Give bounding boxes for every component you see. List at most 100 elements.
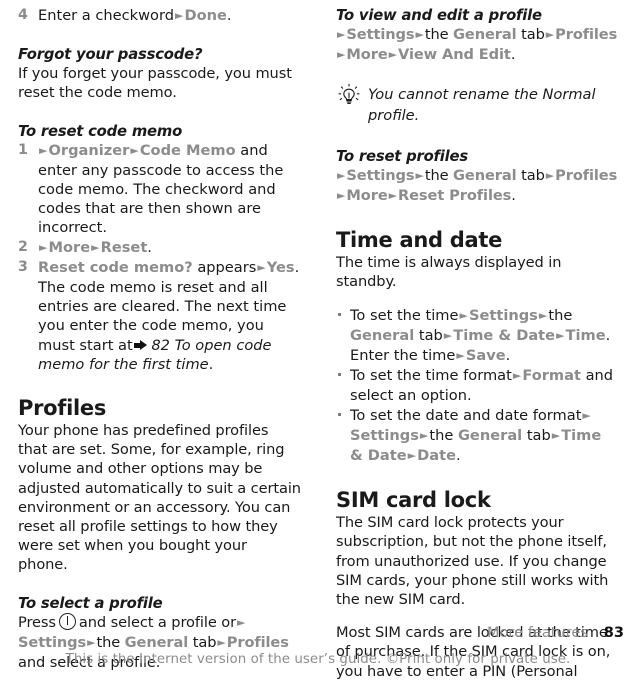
list-item: 3 Reset code memo? appears►Yes. The code … <box>18 258 300 373</box>
path-reset-profiles: ►Settings►the General tab►Profiles►More►… <box>336 166 619 206</box>
menu-item-profiles: Profiles <box>555 26 618 43</box>
step-number: 4 <box>18 7 28 23</box>
menu-arrow-icon: ► <box>538 308 548 322</box>
bullet-text: To set the time <box>350 306 459 324</box>
reset-code-memo-steps: 1 ►Organizer►Code Memo and enter any pass… <box>18 141 301 374</box>
step-text-tail: . <box>147 238 152 256</box>
menu-item-view-and-edit: View And Edit <box>398 46 511 64</box>
menu-arrow-icon: ► <box>388 189 397 203</box>
menu-arrow-icon: ► <box>545 28 555 41</box>
menu-item-date: Date <box>417 447 456 465</box>
list-item: 1 ►Organizer►Code Memo and enter any pass… <box>18 141 301 238</box>
bullet-icon <box>338 412 341 416</box>
paragraph-forgot-passcode: If you forget your passcode, you must re… <box>18 65 292 102</box>
menu-item-settings: Settings <box>468 306 538 324</box>
list-item: 4 Enter a checkword►Done. <box>18 6 301 26</box>
heading-profiles: Profiles <box>18 396 107 421</box>
menu-item-format: Format <box>522 367 581 385</box>
list-item: To set the date and date format►Settings… <box>336 406 619 467</box>
menu-item-settings: Settings <box>350 426 419 444</box>
tab-word: tab <box>521 166 545 184</box>
menu-arrow-icon: ► <box>512 369 522 383</box>
menu-arrow-icon: ► <box>257 260 266 274</box>
menu-item-settings: Settings <box>346 26 415 43</box>
lightbulb-icon <box>336 84 362 108</box>
step-number: 1 <box>18 141 28 158</box>
step-text: appears <box>197 258 257 276</box>
manual-page: 4 Enter a checkword ► Done. Forgot your pas… <box>0 0 636 680</box>
menu-item-save: Save <box>465 347 506 365</box>
menu-item-settings: Settings <box>346 166 415 184</box>
bullet-text: To set the time format <box>350 367 512 385</box>
menu-arrow-icon: ► <box>582 408 591 422</box>
menu-item-time-and-date: Time & Date <box>453 326 556 344</box>
footer-section-name: More features <box>486 625 588 641</box>
menu-arrow-icon: ► <box>388 48 397 62</box>
step-text-tail: . <box>226 7 232 24</box>
menu-item-general: General <box>457 426 523 444</box>
prompt-reset-code-memo: Reset code memo? <box>38 258 193 276</box>
left-column: 4 Enter a checkword ► Done. Forgot your pas… <box>18 6 301 672</box>
menu-item-yes: Yes <box>266 258 295 276</box>
menu-item-organizer: Organizer <box>48 141 130 159</box>
menu-arrow-icon: ► <box>415 168 424 182</box>
the-word: the <box>424 166 449 184</box>
heading-view-and-edit-a-profile: To view and edit a profile <box>336 7 542 24</box>
list-item: 2 ►More►Reset. <box>18 238 301 258</box>
the-word: the <box>424 26 449 43</box>
path-period: . <box>511 187 516 205</box>
paragraph-time-and-date: The time is always displayed in standby. <box>336 254 562 291</box>
heading-to-reset-profiles: To reset profiles <box>336 147 468 165</box>
menu-arrow-icon: ► <box>39 143 48 157</box>
step-text: Enter a checkword <box>38 7 174 24</box>
heading-to-select-a-profile: To select a profile <box>18 594 163 612</box>
menu-arrow-icon: ► <box>39 240 48 254</box>
bullet-text-end: . <box>455 447 461 465</box>
paragraph-profiles: Your phone has predefined profiles that … <box>18 422 301 574</box>
menu-arrow-icon: ► <box>456 349 465 363</box>
tip-text: You cannot rename the Normal profile. <box>368 86 596 124</box>
menu-item-more: More <box>48 238 91 256</box>
time-date-bullets: To set the time►Settings►the General tab… <box>336 306 619 467</box>
menu-arrow-icon: ► <box>337 168 346 182</box>
menu-arrow-icon: ► <box>545 168 555 182</box>
menu-arrow-icon: ► <box>407 449 417 463</box>
page-footer: More features 83 <box>0 621 636 641</box>
path-view-and-edit: ►Settings►the General tab►Profiles►More►… <box>336 25 619 65</box>
bullet-text: To set the date and date format <box>350 406 582 424</box>
heading-to-reset-code-memo: To reset code memo <box>18 122 183 140</box>
menu-arrow-icon: ► <box>556 328 565 342</box>
menu-item-general: General <box>453 26 517 43</box>
menu-item-more: More <box>346 46 388 64</box>
path-period: . <box>510 46 516 64</box>
menu-arrow-icon: ► <box>91 240 100 254</box>
menu-item-reset-profiles: Reset Profiles <box>398 187 512 205</box>
menu-arrow-icon: ► <box>337 28 346 41</box>
list-item: To set the time format►Format and select… <box>336 366 619 405</box>
tip-note: You cannot rename the Normal profile. <box>336 84 619 124</box>
bullet-icon <box>338 312 341 316</box>
step-list-continued: 4 Enter a checkword►Done. <box>18 6 301 26</box>
menu-item-more: More <box>346 187 388 205</box>
page-number: 83 <box>603 624 624 641</box>
menu-arrow-icon: ► <box>130 143 139 157</box>
menu-item-general: General <box>453 166 517 184</box>
menu-item-code-memo: Code Memo <box>139 141 236 159</box>
step-number: 2 <box>18 238 28 255</box>
list-item: To set the time►Settings►the General tab… <box>336 306 619 367</box>
menu-item-general: General <box>350 326 415 344</box>
heading-time-and-date: Time and date <box>336 228 503 253</box>
menu-arrow-icon: ► <box>551 428 561 442</box>
menu-item-done: Done <box>184 7 227 24</box>
tab-word: tab <box>521 26 545 43</box>
heading-sim-card-lock: SIM card lock <box>336 488 491 513</box>
bullet-text-end: . <box>505 347 511 365</box>
heading-forgot-passcode: Forgot your passcode? <box>18 46 203 64</box>
the-word: the <box>548 306 573 324</box>
menu-item-reset: Reset <box>100 238 148 256</box>
cross-reference-arrow-icon <box>133 339 147 351</box>
menu-arrow-icon: ► <box>443 328 453 342</box>
menu-arrow-icon: ► <box>419 428 429 442</box>
bullet-icon <box>338 373 341 377</box>
step-number: 3 <box>18 258 28 275</box>
